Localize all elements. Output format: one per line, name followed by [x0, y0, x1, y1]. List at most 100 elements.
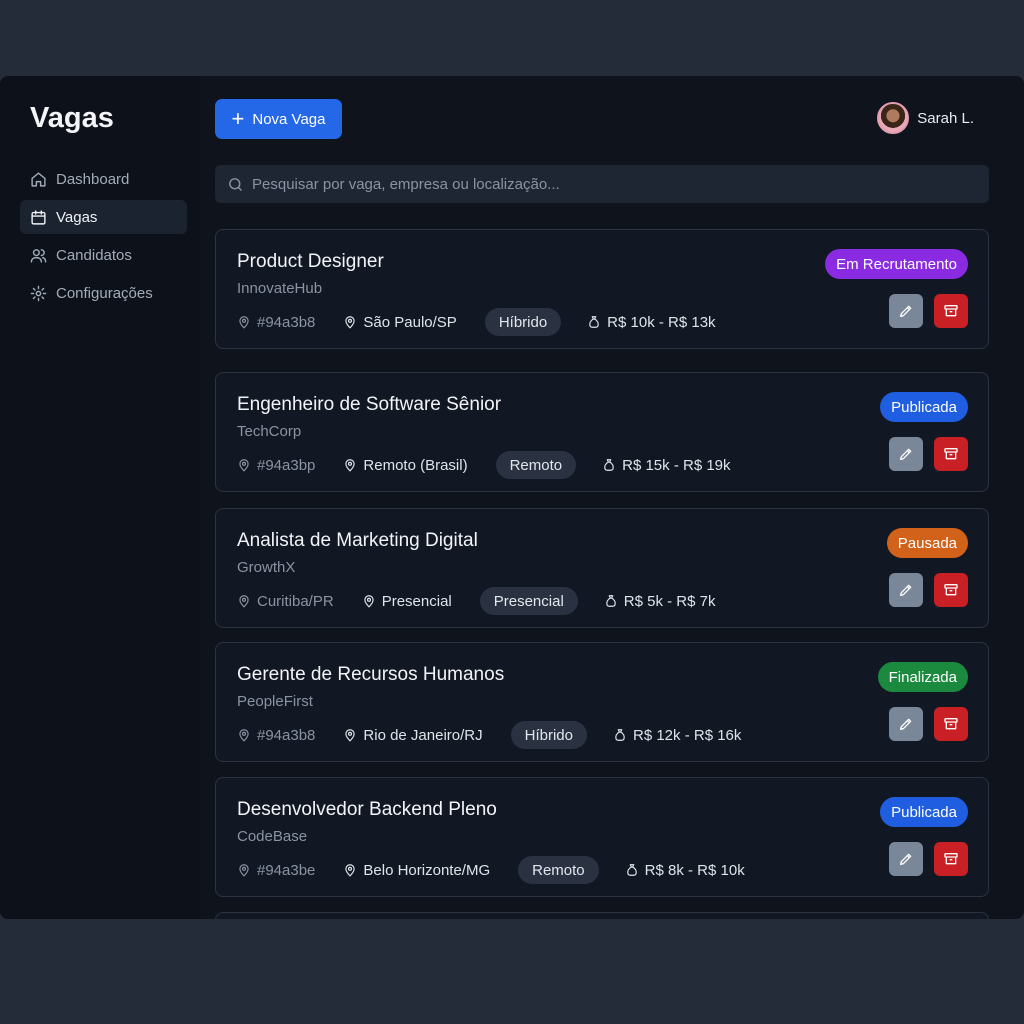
- edit-button[interactable]: [889, 294, 923, 328]
- home-icon: [30, 171, 56, 188]
- sidebar-item-label: Dashboard: [56, 170, 130, 188]
- job-location: Remoto (Brasil): [343, 457, 468, 474]
- status-badge: Finalizada: [877, 662, 968, 692]
- job-meta: #94a3be Belo Horizonte/MG Remoto R$ 8k -…: [237, 855, 773, 885]
- job-card: Analista de Marketing Digital GrowthX Cu…: [215, 508, 989, 628]
- user-menu[interactable]: Sarah L.: [877, 102, 974, 134]
- job-company: CodeBase: [237, 828, 308, 845]
- job-company: PeopleFirst: [237, 693, 313, 710]
- new-job-button-label: Nova Vaga: [252, 110, 326, 128]
- job-company: TechCorp: [237, 423, 302, 440]
- job-card: Desenvolvedor Backend Pleno CodeBase #94…: [215, 777, 989, 897]
- map-pin-icon: [239, 595, 249, 608]
- job-salary: R$ 5k - R$ 7k: [604, 593, 716, 610]
- search-input[interactable]: [252, 175, 952, 193]
- job-location-text: São Paulo/SP: [363, 313, 457, 331]
- job-salary-text: R$ 12k - R$ 16k: [633, 726, 742, 744]
- job-location-text: Belo Horizonte/MG: [363, 861, 491, 879]
- sidebar-item-candidatos[interactable]: Candidatos: [20, 238, 187, 272]
- job-salary: R$ 10k - R$ 13k: [587, 313, 716, 331]
- job-code: #94a3bp: [237, 457, 315, 474]
- job-code-text: #94a3bp: [257, 456, 316, 474]
- archive-button[interactable]: [934, 294, 968, 328]
- archive-icon: [944, 584, 958, 596]
- edit-button[interactable]: [889, 573, 923, 607]
- job-salary-text: R$ 10k - R$ 13k: [607, 313, 716, 331]
- money-bag-icon: [626, 864, 637, 876]
- job-company: InnovateHub: [237, 280, 323, 297]
- job-meta: #94a3b8 São Paulo/SP Híbrido R$ 10k - R$…: [237, 307, 744, 337]
- money-bag-icon: [589, 316, 599, 328]
- status-badge: Pausada: [886, 528, 968, 558]
- job-card: Gerente de Recursos Humanos PeopleFirst …: [215, 642, 989, 762]
- gear-icon: [30, 285, 56, 302]
- job-title: Product Designer: [237, 251, 384, 272]
- app-title: Vagas: [30, 102, 114, 134]
- job-salary: R$ 8k - R$ 10k: [625, 862, 745, 879]
- job-location-text: Presencial: [381, 592, 452, 610]
- pencil-icon: [900, 584, 912, 596]
- sidebar-item-vagas[interactable]: Vagas: [20, 200, 187, 234]
- job-code-text: Curitiba/PR: [257, 592, 334, 610]
- users-icon: [30, 247, 56, 264]
- job-salary-text: R$ 15k - R$ 19k: [622, 456, 731, 474]
- sidebar: Vagas Dashboard Vagas Candidatos Configu…: [0, 76, 200, 919]
- map-pin-icon: [239, 316, 249, 329]
- job-title: Analista de Marketing Digital: [237, 530, 478, 551]
- job-meta: #94a3bp Remoto (Brasil) Remoto R$ 15k - …: [237, 450, 759, 480]
- archive-icon: [944, 305, 958, 317]
- sidebar-item-label: Candidatos: [56, 246, 132, 264]
- archive-icon: [944, 853, 958, 865]
- calendar-icon: [30, 209, 56, 226]
- edit-button[interactable]: [889, 842, 923, 876]
- job-location: Presencial: [362, 593, 452, 610]
- map-pin-icon: [345, 459, 356, 472]
- job-code-text: #94a3b8: [257, 726, 316, 744]
- map-pin-icon: [239, 729, 249, 742]
- avatar: [877, 102, 910, 134]
- status-badge: Publicada: [880, 797, 968, 827]
- work-mode-chip: Remoto: [518, 856, 599, 884]
- status-badge: Em Recrutamento: [825, 249, 968, 279]
- map-pin-icon: [239, 459, 249, 472]
- main-content: + Nova Vaga Sarah L. Product Designer In…: [215, 76, 989, 919]
- archive-button[interactable]: [934, 707, 968, 741]
- job-code: #94a3b8: [237, 727, 315, 744]
- plus-icon: +: [231, 106, 245, 131]
- money-bag-icon: [604, 459, 614, 471]
- map-pin-icon: [345, 864, 356, 877]
- status-badge: Publicada: [880, 392, 968, 422]
- money-bag-icon: [605, 595, 616, 607]
- pencil-icon: [900, 718, 912, 730]
- work-mode-chip: Híbrido: [510, 721, 587, 749]
- new-job-button[interactable]: + Nova Vaga: [215, 99, 342, 139]
- edit-button[interactable]: [889, 437, 923, 471]
- sidebar-item-configuracoes[interactable]: Configurações: [20, 276, 187, 310]
- job-code-text: #94a3be: [257, 861, 316, 879]
- job-salary: R$ 15k - R$ 19k: [602, 456, 731, 474]
- job-title: Gerente de Recursos Humanos: [237, 664, 505, 685]
- job-card: Engenheiro de Software Sênior TechCorp #…: [215, 372, 989, 492]
- job-salary: R$ 12k - R$ 16k: [613, 727, 741, 744]
- job-meta: Curitiba/PR Presencial Presencial R$ 5k …: [237, 586, 744, 616]
- archive-button[interactable]: [934, 842, 968, 876]
- job-code: #94a3be: [237, 862, 315, 879]
- archive-button[interactable]: [934, 573, 968, 607]
- map-pin-icon: [239, 864, 249, 877]
- pencil-icon: [900, 448, 912, 460]
- job-code: Curitiba/PR: [237, 593, 334, 610]
- pencil-icon: [900, 305, 912, 317]
- map-pin-icon: [345, 729, 356, 742]
- sidebar-item-label: Configurações: [56, 284, 153, 302]
- archive-icon: [944, 718, 958, 730]
- sidebar-item-dashboard[interactable]: Dashboard: [20, 162, 187, 196]
- job-location: Belo Horizonte/MG: [343, 862, 490, 879]
- job-location-text: Rio de Janeiro/RJ: [363, 726, 483, 744]
- archive-button[interactable]: [934, 437, 968, 471]
- edit-button[interactable]: [889, 707, 923, 741]
- job-salary-text: R$ 8k - R$ 10k: [644, 861, 745, 879]
- archive-icon: [944, 448, 958, 460]
- money-bag-icon: [615, 729, 625, 741]
- job-location: Rio de Janeiro/RJ: [343, 726, 483, 744]
- job-code: #94a3b8: [237, 314, 315, 331]
